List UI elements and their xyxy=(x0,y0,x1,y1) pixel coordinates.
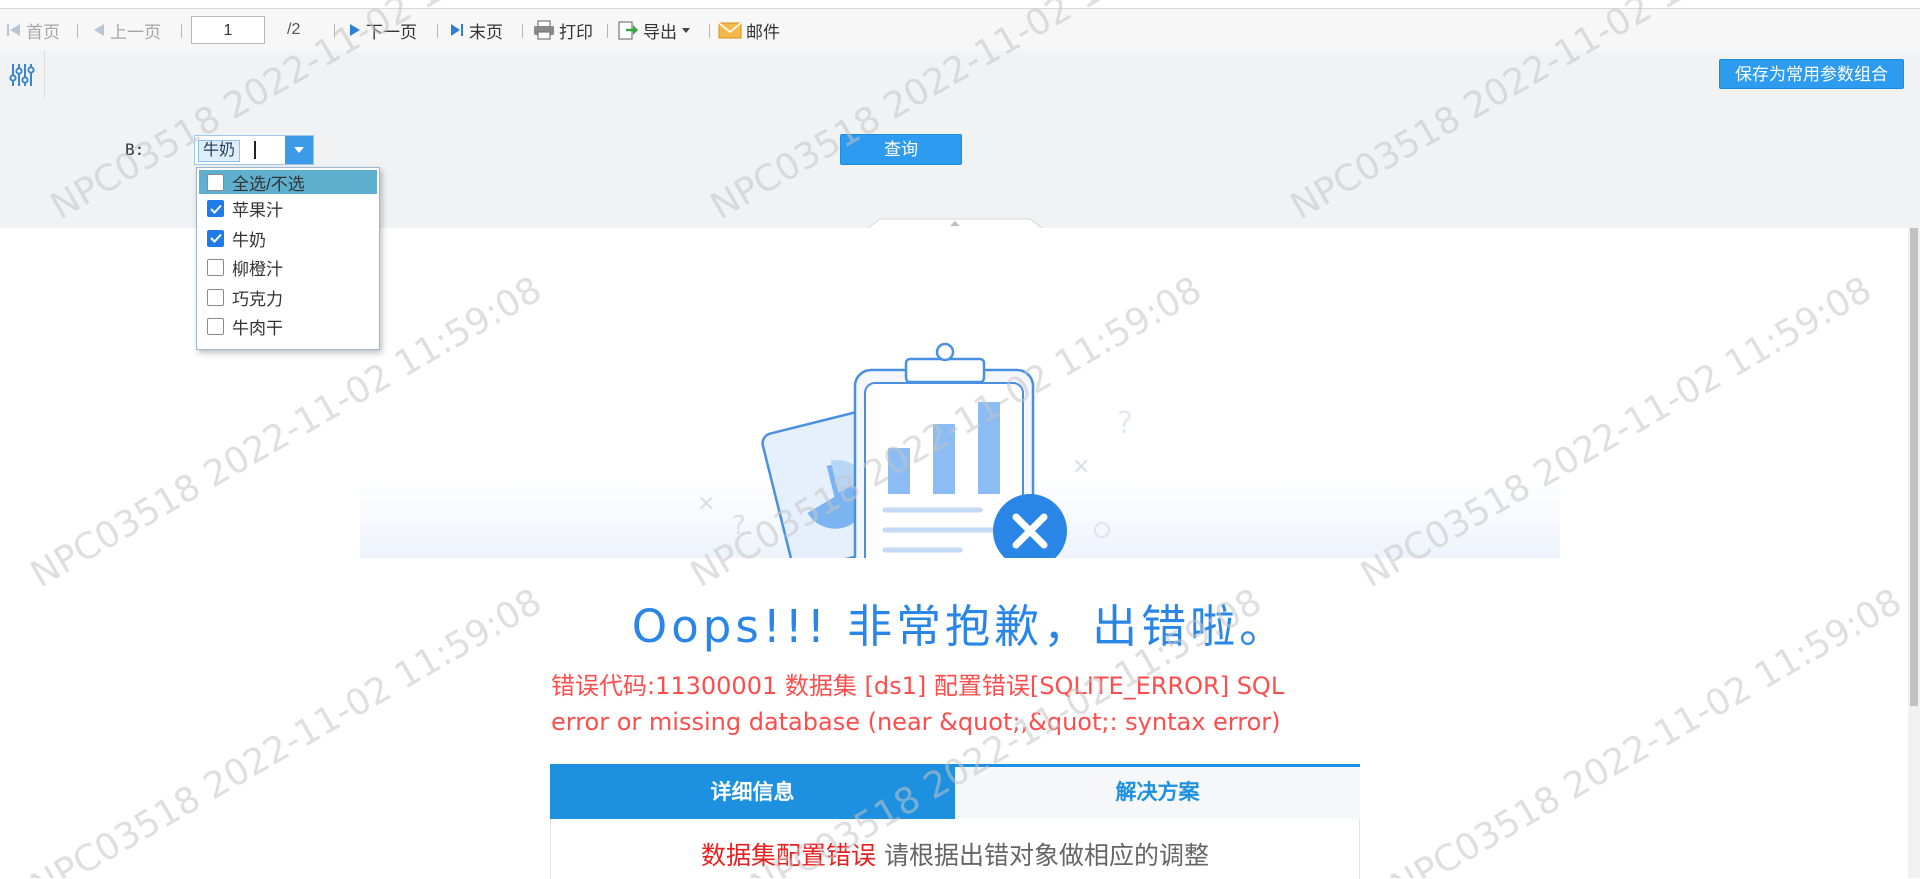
page-number-input[interactable]: 1 xyxy=(191,16,265,44)
toolbar-separator xyxy=(181,24,182,38)
svg-text:?: ? xyxy=(732,511,746,541)
error-type: 数据集配置错误 xyxy=(701,841,877,870)
checkmark-icon xyxy=(209,204,222,214)
chevron-down-icon xyxy=(294,147,304,153)
text-caret xyxy=(254,141,256,159)
first-page-button[interactable]: 首页 xyxy=(6,19,60,42)
scrollbar-thumb[interactable] xyxy=(1910,228,1918,706)
error-detail-panel: 数据集配置错误 请根据出错对象做相应的调整 xyxy=(550,819,1360,879)
option-beef-jerky[interactable]: 牛肉干 xyxy=(197,312,379,342)
error-title: Oops!!! 非常抱歉，出错啦。 xyxy=(631,600,1289,653)
first-page-icon xyxy=(7,24,20,36)
error-tabs: 详细信息 解决方案 xyxy=(550,764,1360,819)
save-parameter-combination-button[interactable]: 保存为常用参数组合 xyxy=(1719,59,1904,89)
next-page-icon xyxy=(350,24,360,36)
checkbox[interactable] xyxy=(207,173,224,191)
collapse-panel-handle[interactable] xyxy=(868,218,1042,228)
toolbar-separator xyxy=(522,24,523,38)
option-orange-juice[interactable]: 柳橙汁 xyxy=(197,253,379,283)
tab-solution[interactable]: 解决方案 xyxy=(955,767,1360,819)
page-total: /2 xyxy=(287,21,301,38)
printer-icon xyxy=(534,20,554,40)
checkbox[interactable] xyxy=(207,318,224,336)
selected-value-tag[interactable]: 牛奶 xyxy=(198,140,241,162)
checkbox[interactable] xyxy=(207,288,224,306)
toolbar-separator xyxy=(437,24,438,38)
toolbar-separator xyxy=(77,24,78,38)
option-label: 苹果汁 xyxy=(232,201,283,221)
query-button[interactable]: 查询 xyxy=(840,134,962,165)
print-button[interactable]: 打印 xyxy=(533,19,593,42)
prev-page-icon xyxy=(94,24,104,36)
vertical-scrollbar[interactable] xyxy=(1908,228,1920,878)
error-message: 错误代码:11300001 数据集 [ds1] 配置错误[SQLITE_ERRO… xyxy=(551,672,1285,736)
option-select-all[interactable]: 全选/不选 xyxy=(199,170,377,194)
export-label: 导出 xyxy=(643,22,677,42)
checkmark-icon xyxy=(209,234,222,244)
option-label: 牛肉干 xyxy=(232,319,283,339)
mail-button[interactable]: 邮件 xyxy=(718,19,780,42)
checkbox[interactable] xyxy=(207,259,224,277)
option-label: 柳橙汁 xyxy=(232,260,283,280)
option-label: 牛奶 xyxy=(232,230,266,250)
error-illustration: × ? × ? xyxy=(360,342,1560,558)
last-page-icon xyxy=(451,24,463,36)
next-page-button[interactable]: 下一页 xyxy=(348,19,417,42)
last-page-label: 末页 xyxy=(469,22,503,42)
window-top-edge xyxy=(0,0,1920,9)
combobox-dropdown-button[interactable] xyxy=(285,136,313,164)
option-milk[interactable]: 牛奶 xyxy=(197,224,379,254)
option-chocolate[interactable]: 巧克力 xyxy=(197,283,379,313)
prev-page-label: 上一页 xyxy=(110,22,161,42)
first-page-label: 首页 xyxy=(26,22,60,42)
parameter-header-bar: 保存为常用参数组合 xyxy=(0,51,1920,99)
toolbar-separator xyxy=(709,24,710,38)
print-label: 打印 xyxy=(559,22,593,42)
svg-text:?: ? xyxy=(1117,406,1133,441)
parameter-settings-button[interactable] xyxy=(0,51,45,98)
export-button[interactable]: 导出 xyxy=(617,19,691,42)
option-label: 全选/不选 xyxy=(232,174,305,194)
export-icon xyxy=(618,21,638,40)
tab-details[interactable]: 详细信息 xyxy=(550,767,955,819)
param-b-label: B: xyxy=(125,140,145,159)
multi-select-dropdown: 全选/不选 苹果汁 牛奶 柳橙汁 巧克力 牛肉干 xyxy=(196,167,380,350)
toolbar-separator xyxy=(334,24,335,38)
next-page-label: 下一页 xyxy=(366,22,417,42)
last-page-button[interactable]: 末页 xyxy=(449,19,503,42)
error-hint: 请根据出错对象做相应的调整 xyxy=(883,841,1209,870)
checkbox[interactable] xyxy=(207,200,224,218)
svg-text:×: × xyxy=(697,491,715,516)
sliders-icon xyxy=(9,63,35,86)
report-toolbar: 首页 上一页 1 /2 下一页 末页 打印 导出 邮件 xyxy=(0,9,1920,52)
toolbar-separator xyxy=(607,24,608,38)
mail-icon xyxy=(718,22,742,39)
option-label: 巧克力 xyxy=(232,289,283,309)
svg-text:×: × xyxy=(1072,454,1090,479)
mail-label: 邮件 xyxy=(746,22,780,42)
prev-page-button[interactable]: 上一页 xyxy=(92,19,161,42)
option-apple-juice[interactable]: 苹果汁 xyxy=(197,194,379,224)
checkbox[interactable] xyxy=(207,229,224,247)
param-b-combobox[interactable]: 牛奶 xyxy=(194,135,314,165)
chevron-down-icon xyxy=(682,28,690,33)
